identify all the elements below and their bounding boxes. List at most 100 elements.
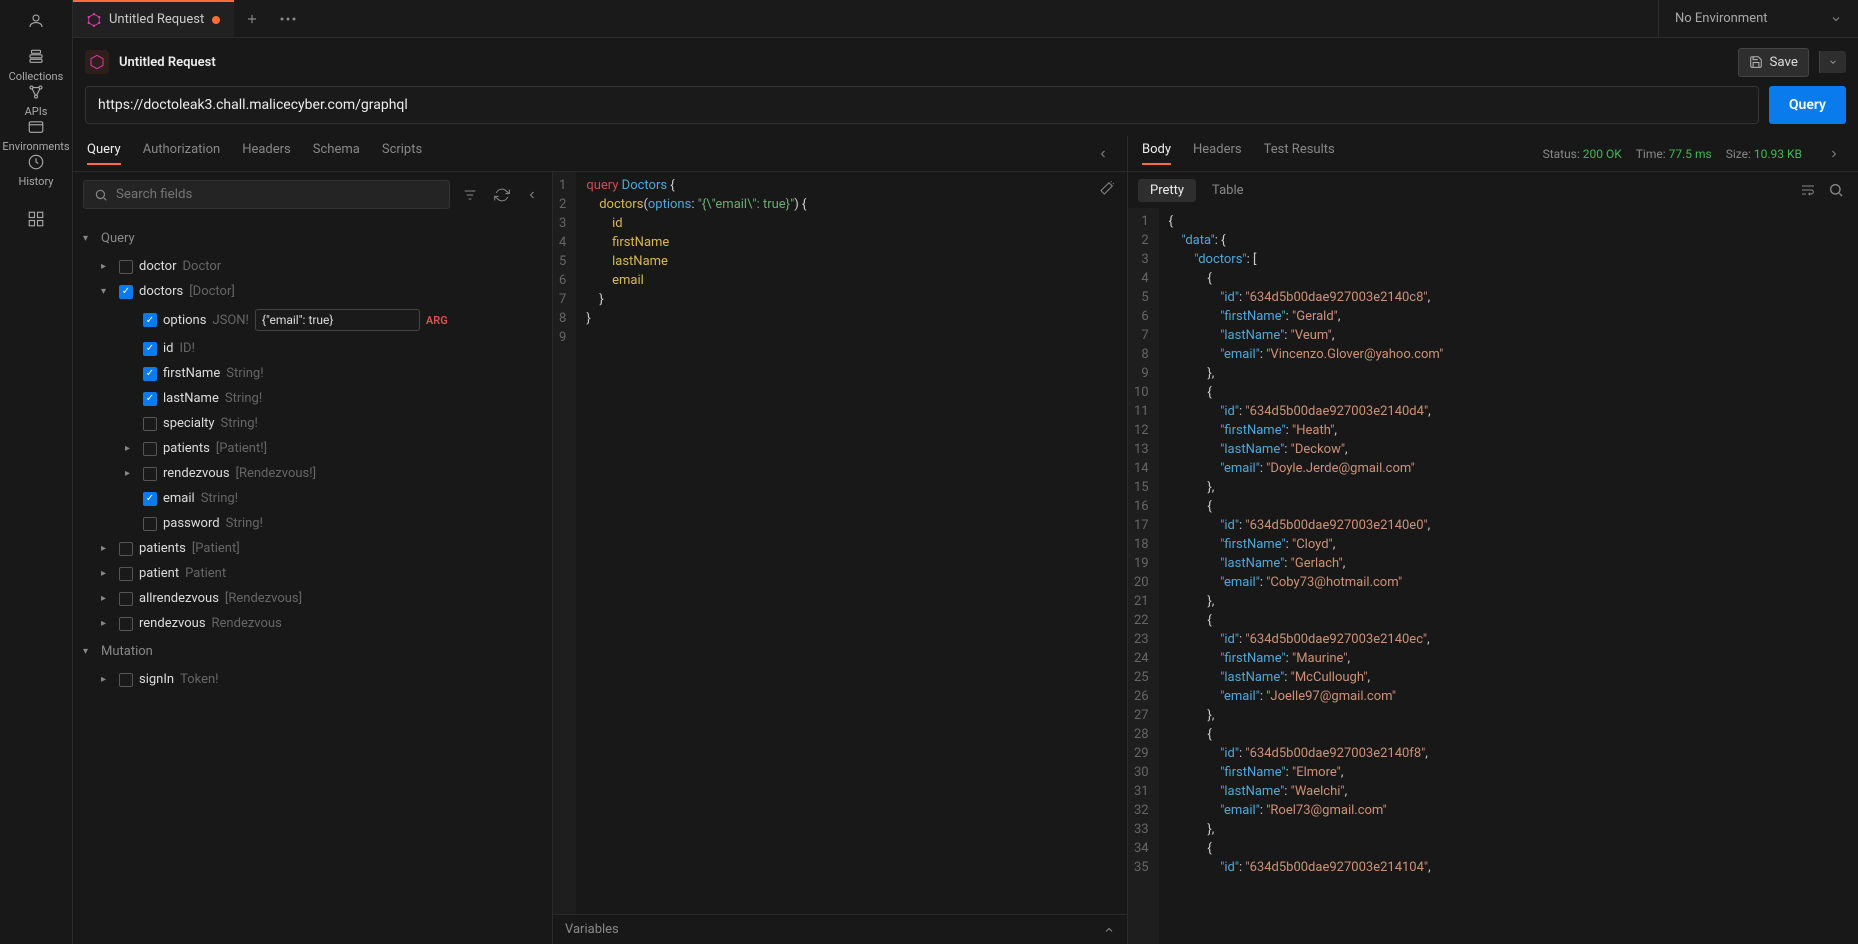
query-field-rendezvous[interactable]: ▸rendezvous Rendezvous [73, 611, 552, 636]
checkbox[interactable] [143, 467, 157, 481]
query-editor[interactable]: 123456789 query Doctors { doctors(option… [553, 172, 1127, 914]
explorer-section-mutation[interactable]: ▾Mutation [73, 636, 552, 667]
search-response-button[interactable] [1824, 178, 1848, 202]
wand-icon [1099, 180, 1115, 196]
checkbox[interactable] [143, 392, 157, 406]
new-tab-button[interactable] [234, 0, 270, 37]
checkbox[interactable] [143, 417, 157, 431]
resview-pretty[interactable]: Pretty [1138, 179, 1196, 202]
checkbox[interactable] [119, 260, 133, 274]
checkbox[interactable] [143, 313, 157, 327]
plus-icon [245, 12, 259, 26]
response-view-tabs: PrettyTable [1128, 172, 1858, 208]
rail-environments[interactable]: Environments [2, 118, 69, 153]
query-field-patients[interactable]: ▸patients [Patient!] [73, 436, 552, 461]
search-icon [94, 188, 108, 202]
checkbox[interactable] [119, 542, 133, 556]
refresh-schema-button[interactable] [490, 183, 514, 207]
mutation-field-signIn[interactable]: ▸signIn Token! [73, 667, 552, 692]
reqtab-authorization[interactable]: Authorization [143, 142, 221, 165]
checkbox[interactable] [143, 517, 157, 531]
response-status: Status: 200 OK Time: 77.5 ms Size: 10.93… [1543, 147, 1802, 161]
chevron-down-icon [1828, 57, 1838, 67]
request-header: Untitled Request Save [73, 38, 1858, 86]
query-field-lastName[interactable]: lastName String! [73, 386, 552, 411]
rail-history[interactable]: History [2, 153, 69, 188]
restab-test-results[interactable]: Test Results [1264, 142, 1335, 165]
history-icon [27, 153, 45, 171]
send-button[interactable]: Query [1769, 86, 1846, 124]
query-field-firstName[interactable]: firstName String! [73, 361, 552, 386]
grid-icon [27, 210, 45, 228]
query-field-doctors[interactable]: ▾doctors [Doctor] [73, 279, 552, 304]
left-rail: CollectionsAPIsEnvironmentsHistory [0, 0, 73, 944]
tab-request[interactable]: Untitled Request [73, 0, 234, 37]
reqtab-schema[interactable]: Schema [313, 142, 360, 165]
restab-body[interactable]: Body [1142, 142, 1171, 165]
rail-collections[interactable]: Collections [2, 48, 69, 83]
rail-user[interactable] [27, 12, 45, 30]
reqtab-scripts[interactable]: Scripts [382, 142, 422, 165]
response-body-viewer[interactable]: 1234567891011121314151617181920212223242… [1128, 208, 1858, 944]
search-fields-input[interactable] [116, 187, 439, 202]
modified-indicator-icon [212, 16, 220, 24]
user-icon [27, 12, 45, 30]
more-icon [280, 17, 296, 21]
chevron-left-icon [1097, 148, 1109, 160]
checkbox[interactable] [143, 442, 157, 456]
query-field-password[interactable]: password String! [73, 511, 552, 536]
arg-input-options[interactable] [255, 309, 420, 331]
query-field-patients[interactable]: ▸patients [Patient] [73, 536, 552, 561]
tab-title: Untitled Request [109, 12, 204, 27]
checkbox[interactable] [143, 492, 157, 506]
prettify-button[interactable] [1095, 176, 1119, 200]
collapse-explorer-button[interactable] [522, 185, 542, 205]
variables-bar[interactable]: Variables [553, 914, 1127, 944]
checkbox[interactable] [119, 567, 133, 581]
reqtab-query[interactable]: Query [87, 142, 121, 165]
restab-headers[interactable]: Headers [1193, 142, 1242, 165]
variables-label: Variables [565, 922, 619, 937]
query-explorer: ▾Query▸doctor Doctor▾doctors [Doctor]opt… [73, 172, 553, 944]
filter-button[interactable] [458, 183, 482, 207]
collections-icon [27, 48, 45, 66]
checkbox[interactable] [119, 592, 133, 606]
response-subtabs: Body Headers Test Results Status: 200 OK T… [1128, 136, 1858, 172]
search-fields-box[interactable] [83, 180, 450, 209]
explorer-section-query[interactable]: ▾Query [73, 223, 552, 254]
wrap-button[interactable] [1796, 178, 1820, 202]
query-field-patient[interactable]: ▸patient Patient [73, 561, 552, 586]
rail-extensions[interactable] [27, 210, 45, 228]
checkbox[interactable] [119, 617, 133, 631]
apis-icon [27, 83, 45, 101]
save-dropdown-button[interactable] [1819, 51, 1846, 73]
arg-badge: ARG [426, 314, 448, 327]
tab-overflow-button[interactable] [270, 0, 306, 37]
checkbox[interactable] [143, 367, 157, 381]
resview-table[interactable]: Table [1200, 179, 1255, 202]
query-field-options[interactable]: options JSON! ARG [73, 304, 552, 336]
reqtab-headers[interactable]: Headers [242, 142, 291, 165]
save-button[interactable]: Save [1738, 48, 1809, 77]
checkbox[interactable] [119, 285, 133, 299]
query-field-id[interactable]: id ID! [73, 336, 552, 361]
checkbox[interactable] [143, 342, 157, 356]
rail-apis[interactable]: APIs [2, 83, 69, 118]
search-icon [1828, 182, 1844, 198]
query-field-doctor[interactable]: ▸doctor Doctor [73, 254, 552, 279]
wrap-icon [1800, 182, 1816, 198]
environment-selector[interactable]: No Environment [1658, 0, 1858, 37]
refresh-icon [494, 187, 510, 203]
chevron-down-icon [1830, 13, 1842, 25]
url-input[interactable] [85, 86, 1759, 124]
expand-response-button[interactable] [1824, 148, 1844, 160]
query-field-specialty[interactable]: specialty String! [73, 411, 552, 436]
save-icon [1749, 55, 1763, 69]
collapse-request-button[interactable] [1093, 148, 1113, 160]
checkbox[interactable] [119, 673, 133, 687]
query-field-allrendezvous[interactable]: ▸allrendezvous [Rendezvous] [73, 586, 552, 611]
query-field-rendezvous[interactable]: ▸rendezvous [Rendezvous!] [73, 461, 552, 486]
graphql-icon [87, 13, 101, 27]
query-field-email[interactable]: email String! [73, 486, 552, 511]
chevron-left-icon [526, 189, 538, 201]
